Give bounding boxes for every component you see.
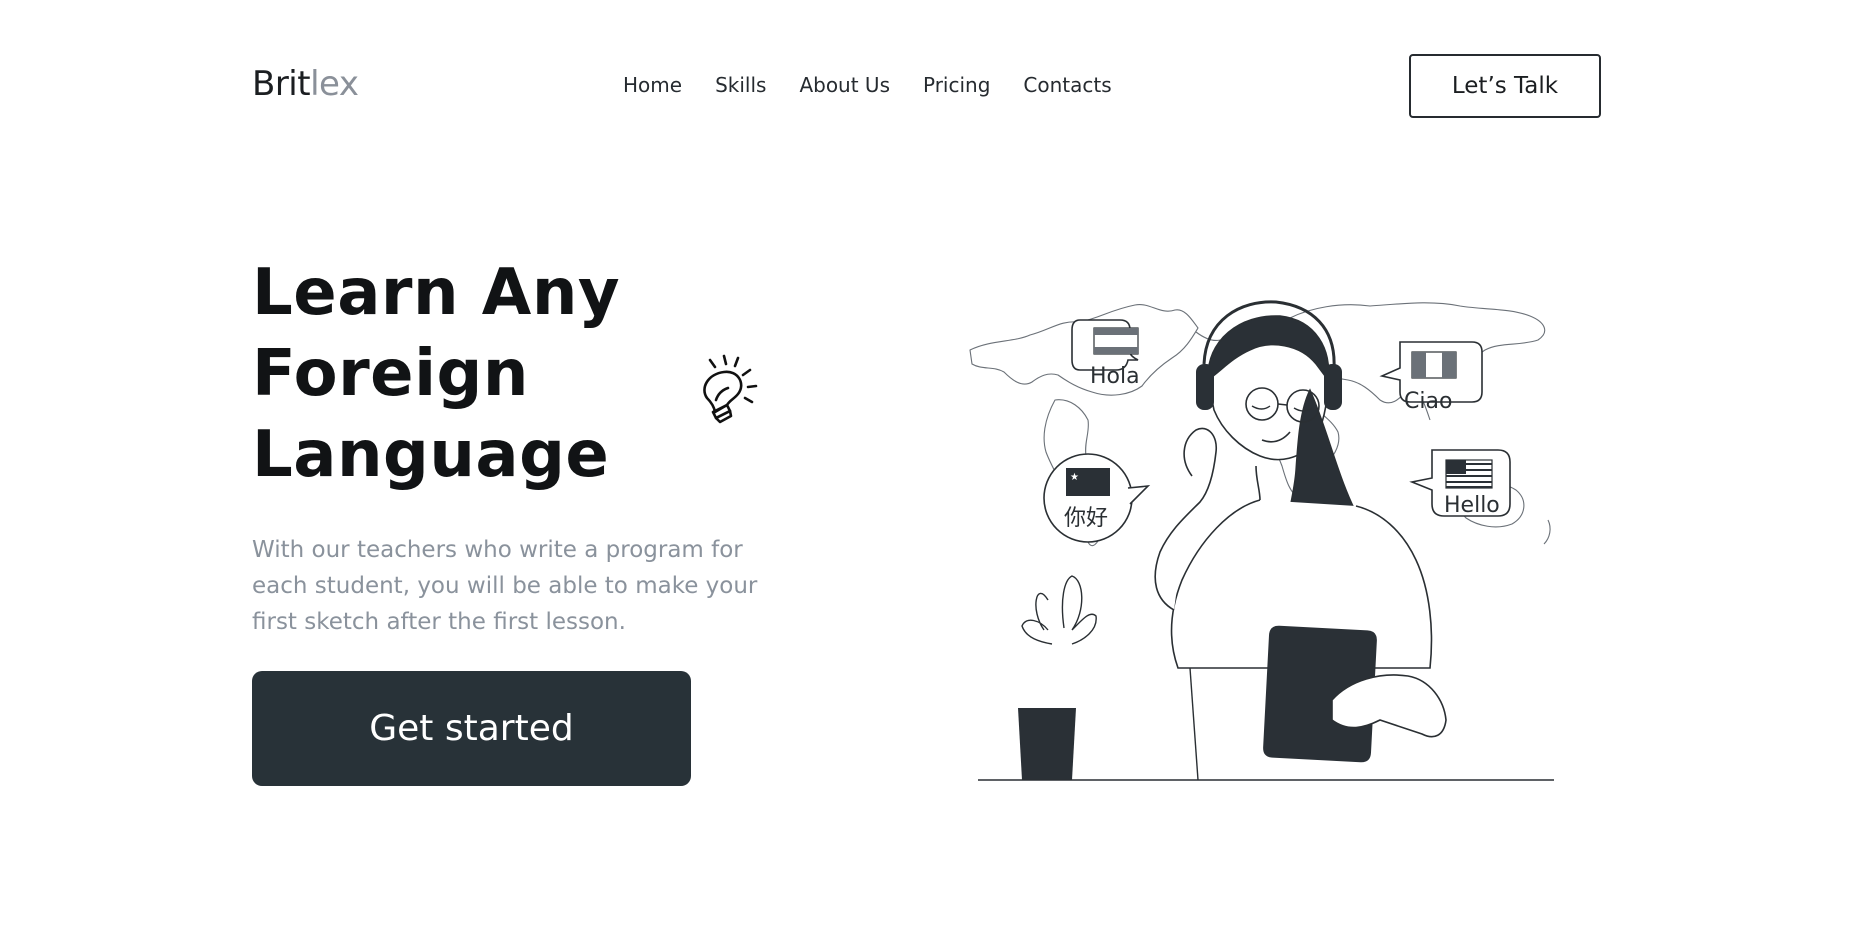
language-learner-illustration: ★ Hola Ciao 你好 Hello [969,300,1554,781]
lets-talk-button[interactable]: Let’s Talk [1409,54,1601,118]
main-nav: Home Skills About Us Pricing Contacts [623,73,1145,97]
bubble-hello: Hello [1444,493,1500,518]
hero-title-line-1: Learn Any [252,256,621,330]
bubble-ciao: Ciao [1404,389,1452,414]
flag-usa-icon [1445,459,1493,489]
flag-italy-icon [1411,351,1457,379]
svg-text:★: ★ [1070,472,1079,483]
flag-china-icon: ★ [1066,468,1110,496]
logo[interactable]: Britlex [252,64,359,104]
flag-spain-icon [1093,327,1139,355]
hero-subtitle: With our teachers who write a program fo… [252,537,758,635]
potted-plant [1018,575,1097,780]
nav-link-skills[interactable]: Skills [715,73,766,97]
nav-link-about-us[interactable]: About Us [799,73,890,97]
site-header: Britlex Home Skills About Us Pricing Con… [252,54,1602,118]
get-started-button[interactable]: Get started [252,671,691,786]
logo-light-text: lex [310,64,359,104]
bubble-nihao: 你好 [1064,506,1108,531]
nav-link-pricing[interactable]: Pricing [923,73,990,97]
bubble-hola: Hola [1090,364,1140,389]
lightbulb-icon [703,354,758,424]
nav-link-contacts[interactable]: Contacts [1023,73,1111,97]
logo-dark-text: Brit [252,64,311,104]
nav-link-home[interactable]: Home [623,73,682,97]
